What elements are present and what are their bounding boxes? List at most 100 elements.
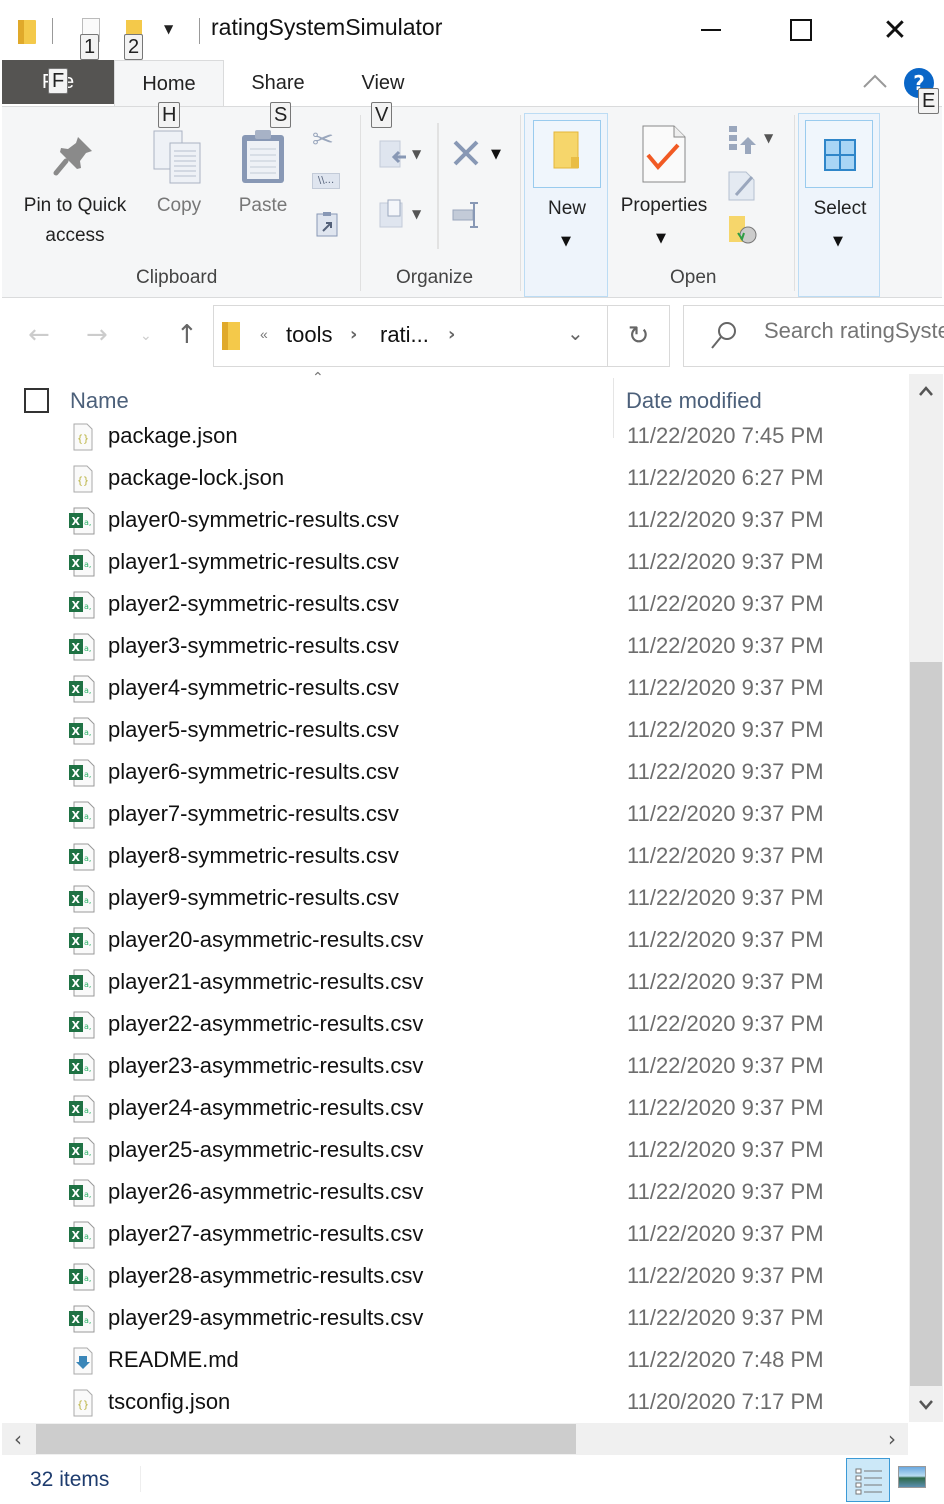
select-all-checkbox[interactable] [24,388,49,413]
file-name[interactable]: player2-symmetric-results.csv [108,591,399,617]
file-row[interactable]: {} package.json 11/22/2020 7:45 PM [0,415,908,457]
file-name[interactable]: player8-symmetric-results.csv [108,843,399,869]
move-to-icon[interactable] [378,139,408,169]
large-icons-view-button[interactable] [898,1466,926,1488]
edit-icon[interactable] [728,171,756,201]
maximize-button[interactable] [778,10,824,50]
file-row[interactable]: Xa, player22-asymmetric-results.csv 11/22/… [0,1003,908,1045]
minimize-button[interactable] [688,10,734,50]
details-view-button[interactable] [846,1458,890,1502]
file-row[interactable]: Xa, player8-symmetric-results.csv 11/22/20… [0,835,908,877]
delete-dropdown-icon[interactable]: ▼ [491,147,501,162]
column-date-modified[interactable]: Date modified [626,388,762,414]
cut-icon[interactable]: ✂ [312,125,338,155]
file-name[interactable]: tsconfig.json [108,1389,230,1415]
customize-quick-access-dropdown-icon[interactable]: ▼ [164,22,173,36]
history-icon[interactable] [728,215,758,245]
scroll-up-button[interactable] [909,374,943,408]
svg-text:a,: a, [84,518,91,527]
file-name[interactable]: player28-asymmetric-results.csv [108,1263,423,1289]
file-row[interactable]: Xa, player20-asymmetric-results.csv 11/22/… [0,919,908,961]
select-button[interactable]: Select ▼ [798,113,880,297]
file-name[interactable]: player24-asymmetric-results.csv [108,1095,423,1121]
file-row[interactable]: Xa, player24-asymmetric-results.csv 11/22/… [0,1087,908,1129]
file-row[interactable]: Xa, player4-symmetric-results.csv 11/22/20… [0,667,908,709]
file-row[interactable]: Xa, player26-asymmetric-results.csv 11/22/… [0,1171,908,1213]
copy-to-dropdown-icon[interactable]: ▼ [412,207,421,221]
file-name[interactable]: player22-asymmetric-results.csv [108,1011,423,1037]
breadcrumb-overflow[interactable]: « [260,326,268,342]
search-box[interactable] [683,305,944,367]
rename-icon[interactable] [452,201,482,229]
file-name[interactable]: README.md [108,1347,239,1373]
file-row[interactable]: Xa, player28-asymmetric-results.csv 11/22/… [0,1255,908,1297]
file-row[interactable]: README.md 11/22/2020 7:48 PM [0,1339,908,1381]
file-name[interactable]: player1-symmetric-results.csv [108,549,399,575]
file-name[interactable]: player25-asymmetric-results.csv [108,1137,423,1163]
horizontal-scrollbar[interactable]: ‹ › [2,1423,908,1455]
file-row[interactable]: Xa, player7-symmetric-results.csv 11/22/20… [0,793,908,835]
file-name[interactable]: player23-asymmetric-results.csv [108,1053,423,1079]
file-row[interactable]: Xa, player21-asymmetric-results.csv 11/22/… [0,961,908,1003]
tab-view[interactable]: View [350,60,416,106]
file-row[interactable]: {} tsconfig.json 11/20/2020 7:17 PM [0,1381,908,1421]
file-row[interactable]: Xa, player27-asymmetric-results.csv 11/22/… [0,1213,908,1255]
vertical-scroll-thumb[interactable] [910,662,942,1386]
copy-path-button[interactable]: \\... [312,173,340,189]
file-name[interactable]: player9-symmetric-results.csv [108,885,399,911]
file-name[interactable]: player0-symmetric-results.csv [108,507,399,533]
file-name[interactable]: player6-symmetric-results.csv [108,759,399,785]
file-row[interactable]: Xa, player0-symmetric-results.csv 11/22/20… [0,499,908,541]
move-to-dropdown-icon[interactable]: ▼ [412,147,421,161]
file-row[interactable]: Xa, player6-symmetric-results.csv 11/22/20… [0,751,908,793]
back-button[interactable]: ← [28,320,50,350]
file-row[interactable]: Xa, player1-symmetric-results.csv 11/22/20… [0,541,908,583]
file-row[interactable]: Xa, player25-asymmetric-results.csv 11/22/… [0,1129,908,1171]
file-name[interactable]: package.json [108,423,238,449]
file-name[interactable]: player27-asymmetric-results.csv [108,1221,423,1247]
file-name[interactable]: player5-symmetric-results.csv [108,717,399,743]
breadcrumb-tools[interactable]: tools [286,322,332,348]
file-row[interactable]: Xa, player5-symmetric-results.csv 11/22/20… [0,709,908,751]
vertical-scrollbar[interactable] [909,374,943,1422]
tab-home[interactable]: Home [114,60,224,108]
file-name[interactable]: player4-symmetric-results.csv [108,675,399,701]
file-row[interactable]: {} package-lock.json 11/22/2020 6:27 PM [0,457,908,499]
recent-locations-dropdown[interactable]: ⌄ [140,328,152,344]
collapse-ribbon-icon[interactable] [862,70,888,94]
chevron-right-icon[interactable]: › [350,324,357,345]
paste-shortcut-icon[interactable] [314,211,340,237]
file-name[interactable]: player21-asymmetric-results.csv [108,969,423,995]
close-button[interactable]: ✕ [872,10,918,50]
address-bar[interactable]: « tools › rati... › ⌄ [213,305,608,367]
file-name[interactable]: player29-asymmetric-results.csv [108,1305,423,1331]
horizontal-scroll-thumb[interactable] [36,1424,576,1454]
up-button[interactable]: ↑ [176,320,198,350]
scroll-left-button[interactable]: ‹ [2,1423,34,1455]
delete-icon[interactable] [452,139,480,167]
column-name[interactable]: Name [70,388,129,414]
file-row[interactable]: Xa, player29-asymmetric-results.csv 11/22/… [0,1297,908,1339]
file-name[interactable]: player20-asymmetric-results.csv [108,927,423,953]
file-row[interactable]: Xa, player23-asymmetric-results.csv 11/22/… [0,1045,908,1087]
file-row[interactable]: Xa, player3-symmetric-results.csv 11/22/20… [0,625,908,667]
address-dropdown-icon[interactable]: ⌄ [567,321,584,345]
file-name[interactable]: package-lock.json [108,465,284,491]
refresh-button[interactable]: ↻ [608,305,670,367]
copy-to-icon[interactable] [378,199,408,229]
tab-share[interactable]: Share [240,60,316,106]
search-input[interactable] [764,318,944,344]
file-name[interactable]: player7-symmetric-results.csv [108,801,399,827]
forward-button[interactable]: → [86,320,108,350]
file-row[interactable]: Xa, player9-symmetric-results.csv 11/22/20… [0,877,908,919]
new-button[interactable]: New ▼ [524,113,608,297]
open-icon[interactable] [728,125,758,155]
scroll-right-button[interactable]: › [876,1423,908,1455]
scroll-down-button[interactable] [909,1388,943,1422]
file-row[interactable]: Xa, player2-symmetric-results.csv 11/22/20… [0,583,908,625]
open-dropdown-icon[interactable]: ▼ [764,131,773,145]
file-name[interactable]: player3-symmetric-results.csv [108,633,399,659]
chevron-right-icon[interactable]: › [448,324,455,345]
breadcrumb-current[interactable]: rati... [380,322,429,348]
file-name[interactable]: player26-asymmetric-results.csv [108,1179,423,1205]
